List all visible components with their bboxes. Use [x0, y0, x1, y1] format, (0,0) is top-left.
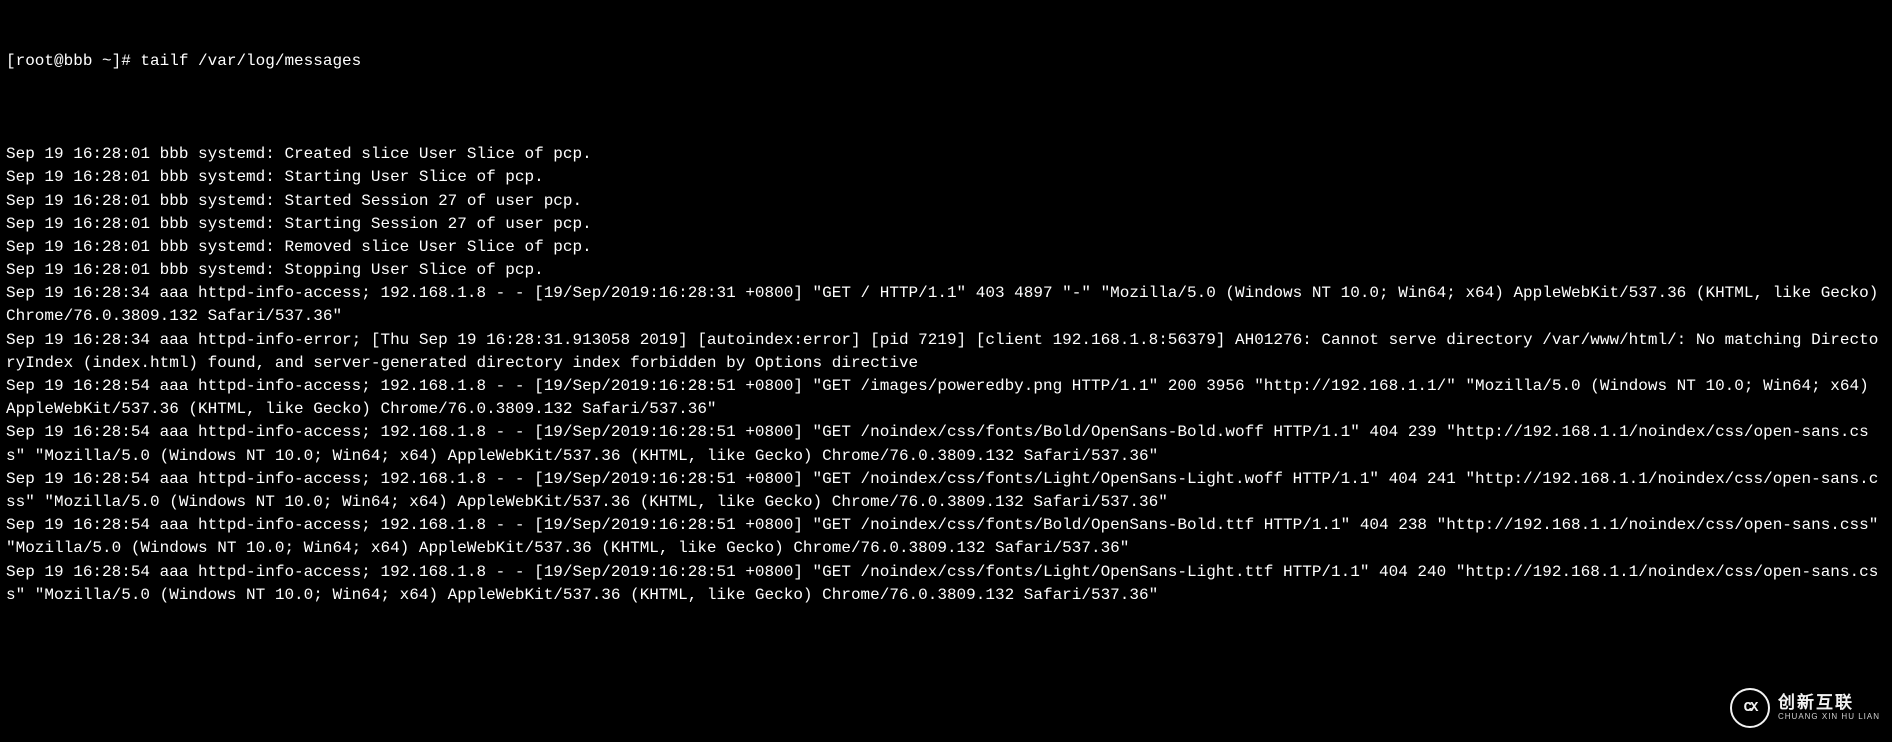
- watermark-text: 创新互联 CHUANG XIN HU LIAN: [1778, 694, 1880, 721]
- log-line: Sep 19 16:28:01 bbb systemd: Stopping Us…: [6, 259, 1886, 282]
- log-line: Sep 19 16:28:01 bbb systemd: Starting Se…: [6, 213, 1886, 236]
- shell-prompt-line: [root@bbb ~]# tailf /var/log/messages: [6, 50, 1886, 73]
- log-line: Sep 19 16:28:34 aaa httpd-info-error; [T…: [6, 329, 1886, 375]
- log-line: Sep 19 16:28:01 bbb systemd: Removed sli…: [6, 236, 1886, 259]
- watermark-py: CHUANG XIN HU LIAN: [1778, 713, 1880, 722]
- log-line: Sep 19 16:28:01 bbb systemd: Starting Us…: [6, 166, 1886, 189]
- log-line: Sep 19 16:28:01 bbb systemd: Created sli…: [6, 143, 1886, 166]
- log-line: Sep 19 16:28:54 aaa httpd-info-access; 1…: [6, 421, 1886, 467]
- watermark: CX 创新互联 CHUANG XIN HU LIAN: [1730, 688, 1880, 728]
- log-line: Sep 19 16:28:34 aaa httpd-info-access; 1…: [6, 282, 1886, 328]
- watermark-logo-icon: CX: [1730, 688, 1770, 728]
- log-line: Sep 19 16:28:54 aaa httpd-info-access; 1…: [6, 468, 1886, 514]
- log-line: Sep 19 16:28:01 bbb systemd: Started Ses…: [6, 190, 1886, 213]
- log-line: Sep 19 16:28:54 aaa httpd-info-access; 1…: [6, 561, 1886, 607]
- log-line: Sep 19 16:28:54 aaa httpd-info-access; 1…: [6, 375, 1886, 421]
- log-lines-container: Sep 19 16:28:01 bbb systemd: Created sli…: [6, 143, 1886, 607]
- watermark-cn: 创新互联: [1778, 694, 1880, 713]
- terminal-output[interactable]: [root@bbb ~]# tailf /var/log/messages Se…: [0, 0, 1892, 634]
- log-line: Sep 19 16:28:54 aaa httpd-info-access; 1…: [6, 514, 1886, 560]
